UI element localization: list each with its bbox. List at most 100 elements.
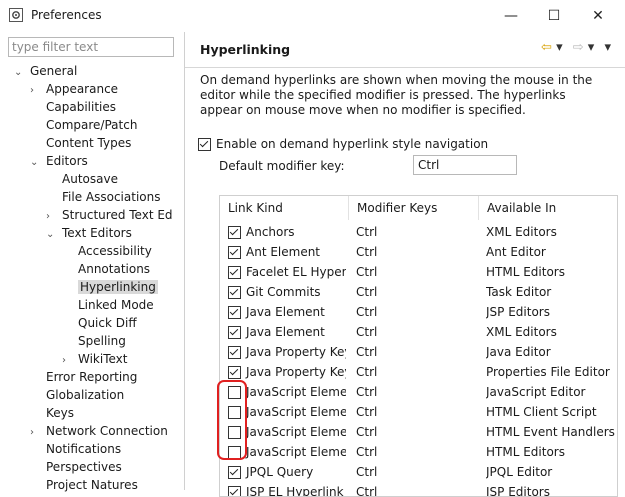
tree-item-label: Error Reporting — [46, 370, 138, 384]
link-kind-label: JavaScript Eleme... — [246, 445, 346, 459]
row-checkbox[interactable] — [228, 266, 241, 279]
row-checkbox[interactable] — [228, 366, 241, 379]
table-row[interactable]: JavaScript Eleme... Ctrl HTML Editors — [220, 442, 617, 462]
tree-item[interactable]: Capabilities — [30, 98, 116, 116]
table-row[interactable]: JPQL Query Ctrl JPQL Editor — [220, 462, 617, 482]
tree-item[interactable]: Perspectives — [30, 458, 122, 476]
column-header-available-in[interactable]: Available In — [478, 196, 617, 220]
table-row[interactable]: Facelet EL Hyper... Ctrl HTML Editors — [220, 262, 617, 282]
tree-item[interactable]: ⌄ Editors — [30, 152, 88, 170]
tree-item[interactable]: Spelling — [62, 332, 126, 350]
enable-hyperlink-label: Enable on demand hyperlink style navigat… — [216, 137, 489, 151]
column-header-modifier-keys[interactable]: Modifier Keys — [348, 196, 478, 220]
tree-item-label: WikiText — [78, 352, 128, 366]
modifier-keys-cell: Ctrl — [356, 225, 378, 239]
tree-item-label: Notifications — [46, 442, 122, 456]
tree-item-label: Hyperlinking — [78, 280, 158, 294]
tree-item[interactable]: Compare/Patch — [30, 116, 137, 134]
page-title: Hyperlinking — [200, 42, 291, 57]
enable-hyperlink-checkbox[interactable] — [198, 138, 211, 151]
row-checkbox[interactable] — [228, 346, 241, 359]
row-checkbox[interactable] — [228, 226, 241, 239]
tree-item[interactable]: › Network Connection — [30, 422, 168, 440]
column-header-link-kind[interactable]: Link Kind — [220, 196, 348, 220]
tree-item[interactable]: ⌄ Text Editors — [46, 224, 132, 242]
link-kind-cell: Ant Element — [228, 242, 346, 262]
tree-item[interactable]: Project Natures — [30, 476, 138, 494]
modifier-keys-cell: Ctrl — [356, 345, 378, 359]
tree-item[interactable]: Error Reporting — [30, 368, 137, 386]
row-checkbox[interactable] — [228, 246, 241, 259]
table-row[interactable]: JavaScript Eleme... Ctrl JavaScript Editor — [220, 382, 617, 402]
tree-item[interactable]: Notifications — [30, 440, 121, 458]
tree-item[interactable]: File Associations — [46, 188, 160, 206]
tree-item[interactable]: Content Types — [30, 134, 131, 152]
close-button[interactable]: ✕ — [580, 4, 616, 28]
modifier-key-field[interactable]: Ctrl — [413, 155, 517, 175]
expanded-arrow-icon[interactable]: ⌄ — [14, 64, 24, 82]
tree-item-label: Capabilities — [46, 100, 116, 114]
modifier-keys-cell: Ctrl — [356, 305, 378, 319]
tree-item-label: Linked Mode — [78, 298, 154, 312]
table-row[interactable]: Anchors Ctrl XML Editors — [220, 222, 617, 242]
forward-menu-icon[interactable]: ▾ — [588, 40, 595, 55]
back-menu-icon[interactable]: ▾ — [556, 40, 563, 55]
row-checkbox[interactable] — [228, 286, 241, 299]
row-checkbox[interactable] — [228, 466, 241, 479]
maximize-button[interactable]: ☐ — [536, 4, 572, 28]
table-row[interactable]: Git Commits Ctrl Task Editor — [220, 282, 617, 302]
link-kind-cell: Git Commits — [228, 282, 346, 302]
modifier-keys-cell: Ctrl — [356, 405, 378, 419]
tree-item[interactable]: ⌄ General — [14, 62, 77, 80]
link-kind-cell: Java Element — [228, 302, 346, 322]
row-checkbox[interactable] — [228, 486, 241, 496]
tree-item-label: Quick Diff — [78, 316, 137, 330]
row-checkbox[interactable] — [228, 306, 241, 319]
link-kind-label: JSP EL Hyperlink — [246, 485, 344, 497]
filter-input[interactable] — [9, 38, 173, 56]
modifier-keys-cell: Ctrl — [356, 265, 378, 279]
table-row[interactable]: Java Element Ctrl JSP Editors — [220, 302, 617, 322]
table-row[interactable]: Java Property Key Ctrl Java Editor — [220, 342, 617, 362]
tree-item[interactable]: Hyperlinking — [62, 278, 158, 296]
link-kind-label: Facelet EL Hyper... — [246, 265, 346, 279]
table-row[interactable]: Java Element Ctrl XML Editors — [220, 322, 617, 342]
row-checkbox[interactable] — [228, 326, 241, 339]
filter-field[interactable] — [8, 37, 174, 57]
available-in-cell: XML Editors — [486, 225, 557, 239]
enable-hyperlink-option[interactable]: Enable on demand hyperlink style navigat… — [198, 135, 488, 153]
tree-item[interactable]: Accessibility — [62, 242, 152, 260]
available-in-cell: HTML Editors — [486, 445, 565, 459]
table-row[interactable]: Java Property Key Ctrl Properties File Edi… — [220, 362, 617, 382]
tree-item[interactable]: Autosave — [46, 170, 118, 188]
table-row[interactable]: JavaScript Eleme... Ctrl HTML Client Scrip… — [220, 402, 617, 422]
table-row[interactable]: JavaScript Eleme... Ctrl HTML Event Handle… — [220, 422, 617, 442]
modifier-key-label: Default modifier key: — [219, 159, 345, 173]
modifier-keys-cell: Ctrl — [356, 325, 378, 339]
modifier-keys-cell: Ctrl — [356, 285, 378, 299]
expanded-arrow-icon[interactable]: ⌄ — [30, 154, 40, 172]
tree-item-label: Autosave — [62, 172, 118, 186]
available-in-cell: Task Editor — [486, 285, 552, 299]
minimize-button[interactable]: — — [493, 4, 529, 28]
tree-item[interactable]: Globalization — [30, 386, 124, 404]
available-in-cell: JSP Editors — [486, 305, 550, 319]
modifier-keys-cell: Ctrl — [356, 365, 378, 379]
tree-item[interactable]: Annotations — [62, 260, 150, 278]
expanded-arrow-icon[interactable]: ⌄ — [46, 226, 56, 244]
link-kind-cell: Java Property Key — [228, 342, 346, 362]
back-arrow-icon[interactable]: ⇦ — [541, 40, 552, 55]
tree-item[interactable]: Keys — [30, 404, 74, 422]
available-in-cell: HTML Editors — [486, 265, 565, 279]
tree-item[interactable]: › WikiText — [62, 350, 128, 368]
tree-item[interactable]: Linked Mode — [62, 296, 154, 314]
forward-arrow-icon[interactable]: ⇨ — [573, 40, 584, 55]
tree-item[interactable]: Quick Diff — [62, 314, 137, 332]
link-kind-label: JPQL Query — [246, 465, 314, 479]
table-row[interactable]: Ant Element Ctrl Ant Editor — [220, 242, 617, 262]
tree-item-label: Perspectives — [46, 460, 122, 474]
view-menu-icon[interactable]: ▾ — [604, 40, 611, 55]
tree-item-label: Compare/Patch — [46, 118, 138, 132]
tree-item[interactable]: › Appearance — [30, 80, 118, 98]
tree-item[interactable]: › Structured Text Ed — [46, 206, 173, 224]
